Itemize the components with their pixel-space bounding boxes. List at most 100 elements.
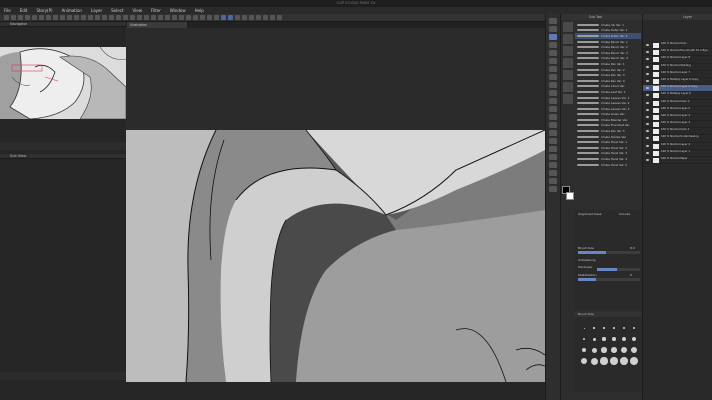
brush-size-preset[interactable] bbox=[593, 327, 595, 329]
command-button[interactable] bbox=[151, 15, 156, 20]
command-button[interactable] bbox=[137, 15, 142, 20]
command-button[interactable] bbox=[186, 15, 191, 20]
tool-button[interactable] bbox=[549, 50, 557, 56]
brush-size-preset[interactable] bbox=[611, 347, 617, 353]
tool-button[interactable] bbox=[549, 138, 557, 144]
layer-row[interactable]: 100 % Multiply Layer 6 bbox=[643, 92, 712, 100]
brush-size-preset[interactable] bbox=[590, 357, 598, 365]
brush-size-slider[interactable] bbox=[578, 251, 640, 254]
menu-item[interactable]: Select bbox=[111, 8, 123, 13]
command-button[interactable] bbox=[214, 15, 219, 20]
command-button[interactable] bbox=[102, 15, 107, 20]
tool-button[interactable] bbox=[549, 90, 557, 96]
tool-button[interactable] bbox=[549, 122, 557, 128]
command-button[interactable] bbox=[25, 15, 30, 20]
brush-size-preset[interactable] bbox=[600, 357, 608, 365]
command-button[interactable] bbox=[249, 15, 254, 20]
eye-icon[interactable] bbox=[646, 72, 649, 75]
command-button[interactable] bbox=[88, 15, 93, 20]
tool-button[interactable] bbox=[549, 106, 557, 112]
command-button[interactable] bbox=[228, 15, 233, 20]
tool-button[interactable] bbox=[549, 146, 557, 152]
layer-row[interactable]: 100 % Normal Shading bbox=[643, 64, 712, 71]
tool-button[interactable] bbox=[549, 42, 557, 48]
command-button[interactable] bbox=[46, 15, 51, 20]
command-button[interactable] bbox=[235, 15, 240, 20]
command-button[interactable] bbox=[165, 15, 170, 20]
command-button[interactable] bbox=[144, 15, 149, 20]
command-button[interactable] bbox=[207, 15, 212, 20]
command-button[interactable] bbox=[263, 15, 268, 20]
command-button[interactable] bbox=[130, 15, 135, 20]
layer-row[interactable]: 100 % Normal Layer 8 bbox=[643, 56, 712, 64]
command-button[interactable] bbox=[172, 15, 177, 20]
command-button[interactable] bbox=[116, 15, 121, 20]
brush-size-preset[interactable] bbox=[631, 336, 637, 342]
command-button[interactable] bbox=[4, 15, 9, 20]
command-button[interactable] bbox=[277, 15, 282, 20]
command-button[interactable] bbox=[123, 15, 128, 20]
eye-icon[interactable] bbox=[646, 79, 649, 82]
command-button[interactable] bbox=[109, 15, 114, 20]
sub-tool-group[interactable] bbox=[563, 22, 573, 32]
tool-button[interactable] bbox=[549, 26, 557, 32]
canvas-artwork[interactable] bbox=[126, 130, 545, 382]
command-button[interactable] bbox=[179, 15, 184, 20]
eye-icon[interactable] bbox=[646, 58, 649, 61]
command-button[interactable] bbox=[60, 15, 65, 20]
navigator-preview[interactable] bbox=[0, 47, 126, 119]
eye-icon[interactable] bbox=[646, 94, 649, 97]
sub-tool-group[interactable] bbox=[563, 46, 573, 56]
command-button[interactable] bbox=[221, 15, 226, 20]
brush-size-preset[interactable] bbox=[613, 327, 615, 329]
menu-item[interactable]: Animation bbox=[62, 8, 82, 13]
eye-icon[interactable] bbox=[646, 101, 649, 104]
sub-tool-group[interactable] bbox=[563, 70, 573, 80]
layer-row[interactable]: 100 % Normal Paper bbox=[643, 157, 712, 165]
layer-row[interactable]: 100 % Normal Underdrawing bbox=[643, 135, 712, 143]
eye-icon[interactable] bbox=[646, 123, 649, 126]
eye-icon[interactable] bbox=[646, 144, 649, 147]
canvas-area[interactable]: Illustration bbox=[126, 22, 545, 382]
hardness-slider[interactable] bbox=[597, 268, 640, 271]
menu-item[interactable]: Window bbox=[170, 8, 186, 13]
brush-size-preset[interactable] bbox=[621, 347, 627, 353]
command-button[interactable] bbox=[158, 15, 163, 20]
brush-size-preset[interactable] bbox=[610, 357, 618, 365]
brush-size-preset[interactable] bbox=[630, 346, 638, 354]
brush-size-preset[interactable] bbox=[583, 327, 585, 329]
brush-size-preset[interactable] bbox=[602, 337, 606, 341]
eye-icon[interactable] bbox=[646, 130, 649, 133]
command-button[interactable] bbox=[200, 15, 205, 20]
layer-row[interactable]: 100 % Normal Layer 7 bbox=[643, 71, 712, 78]
brush-size-preset[interactable] bbox=[582, 337, 586, 341]
brush-size-preset[interactable] bbox=[632, 326, 636, 330]
eye-icon[interactable] bbox=[646, 159, 649, 161]
brush-size-preset[interactable] bbox=[620, 357, 628, 365]
brush-size-preset[interactable] bbox=[592, 337, 596, 341]
layer-row[interactable]: 100 % Normal Layer 2 bbox=[643, 143, 712, 150]
menu-item[interactable]: Edit bbox=[20, 8, 28, 13]
brush-size-preset[interactable] bbox=[601, 347, 607, 353]
layer-row[interactable]: 100 % Normal Layer 1 bbox=[643, 150, 712, 157]
menu-item[interactable]: File bbox=[4, 8, 11, 13]
eye-icon[interactable] bbox=[646, 115, 649, 118]
tool-button[interactable] bbox=[549, 66, 557, 72]
eye-icon[interactable] bbox=[646, 151, 649, 154]
command-button[interactable] bbox=[193, 15, 198, 20]
command-button[interactable] bbox=[270, 15, 275, 20]
brush-size-preset[interactable] bbox=[623, 327, 625, 329]
command-button[interactable] bbox=[95, 15, 100, 20]
menu-item[interactable]: Layer bbox=[91, 8, 102, 13]
command-button[interactable] bbox=[11, 15, 16, 20]
tool-button[interactable] bbox=[549, 18, 557, 24]
eye-icon[interactable] bbox=[646, 108, 649, 111]
menu-item[interactable]: Help bbox=[195, 8, 204, 13]
tool-button[interactable] bbox=[549, 98, 557, 104]
brush-item[interactable]: Chuba Hand Var. 5 bbox=[575, 162, 641, 168]
sub-tool-group[interactable] bbox=[563, 58, 573, 68]
eye-icon[interactable] bbox=[646, 65, 649, 68]
sub-color-swatch[interactable] bbox=[566, 192, 574, 200]
brush-size-preset[interactable] bbox=[622, 337, 626, 341]
command-button[interactable] bbox=[74, 15, 79, 20]
